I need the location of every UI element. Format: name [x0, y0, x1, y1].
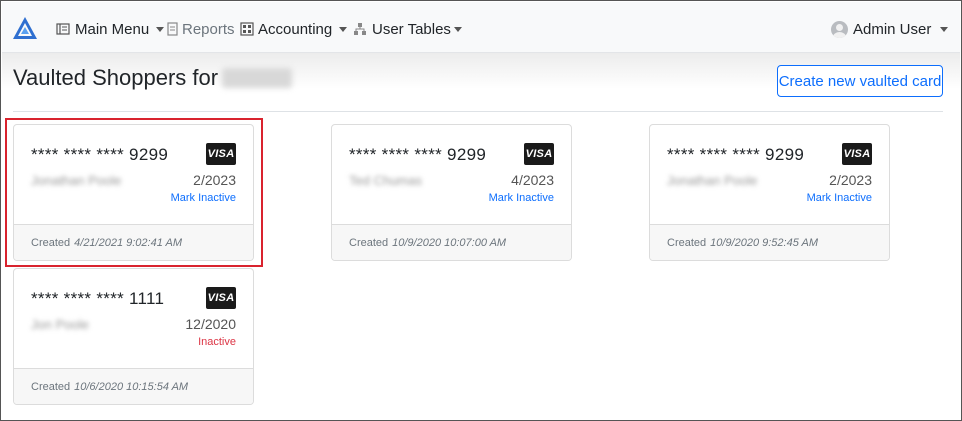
visa-logo-icon: VISA	[206, 287, 236, 309]
top-navbar: Main Menu Reports Accounting User Tables…	[2, 2, 960, 53]
nav-user-menu[interactable]: Admin User	[831, 18, 949, 40]
menu-list-icon	[56, 23, 70, 35]
card-number: **** **** **** 1111	[31, 289, 165, 308]
nav-reports[interactable]: Reports	[167, 18, 235, 40]
chevron-down-icon	[156, 26, 165, 32]
card-footer: Created 10/9/2020 10:07:00 AM	[332, 224, 571, 260]
nav-accounting-label: Accounting	[258, 20, 333, 38]
mark-inactive-link[interactable]: Mark Inactive	[171, 192, 236, 204]
card-footer: Created 10/6/2020 10:15:54 AM	[14, 368, 253, 404]
card-number: **** **** **** 9299	[667, 145, 805, 164]
created-timestamp: 10/9/2020 10:07:00 AM	[392, 236, 507, 249]
card-footer: Created 4/21/2021 9:02:41 AM	[14, 224, 253, 260]
card-expiry: 12/2020	[185, 316, 236, 332]
card-expiry: 2/2023	[193, 172, 236, 188]
report-document-icon	[167, 22, 178, 36]
vaulted-card: **** **** **** 9299 VISA Jonathan Poole …	[649, 124, 890, 261]
card-holder-name: Jonathan Poole	[31, 173, 122, 188]
page-title: Vaulted Shoppers for	[13, 65, 293, 91]
created-label: Created	[31, 380, 71, 393]
visa-logo-icon: VISA	[842, 143, 872, 165]
redacted-shopper-name	[222, 68, 293, 88]
brand-logo-icon[interactable]	[12, 16, 38, 40]
nav-main-menu-label: Main Menu	[75, 20, 150, 38]
card-footer: Created 10/9/2020 9:52:45 AM	[650, 224, 889, 260]
create-vaulted-card-button[interactable]: Create new vaulted card	[777, 65, 943, 97]
created-timestamp: 10/9/2020 9:52:45 AM	[710, 236, 818, 249]
visa-logo-icon: VISA	[206, 143, 236, 165]
card-expiry: 2/2023	[829, 172, 872, 188]
card-number: **** **** **** 9299	[349, 145, 487, 164]
card-holder-name: Jonathan Poole	[667, 173, 758, 188]
created-timestamp: 10/6/2020 10:15:54 AM	[74, 380, 189, 393]
calculator-icon	[240, 22, 254, 36]
card-number: **** **** **** 9299	[31, 145, 169, 164]
user-avatar-icon	[831, 20, 848, 38]
created-label: Created	[349, 236, 389, 249]
chevron-down-icon	[940, 26, 949, 32]
inactive-status-badge: Inactive	[198, 336, 236, 348]
page-title-text: Vaulted Shoppers for	[13, 65, 219, 90]
header-divider	[13, 111, 943, 112]
sitemap-icon	[354, 23, 366, 35]
chevron-down-icon	[339, 26, 348, 32]
vaulted-card: **** **** **** 9299 VISA Ted Chumas 4/20…	[331, 124, 572, 261]
nav-reports-label: Reports	[182, 20, 235, 38]
mark-inactive-link[interactable]: Mark Inactive	[489, 192, 554, 204]
card-holder-name: Jon Poole	[31, 317, 89, 332]
nav-main-menu[interactable]: Main Menu	[56, 18, 165, 40]
created-label: Created	[31, 236, 71, 249]
nav-accounting[interactable]: Accounting	[240, 18, 348, 40]
card-holder-name: Ted Chumas	[349, 173, 422, 188]
nav-user-tables[interactable]: User Tables	[353, 18, 462, 40]
app-frame: Main Menu Reports Accounting User Tables…	[0, 0, 962, 421]
created-label: Created	[667, 236, 707, 249]
nav-user-label: Admin User	[853, 20, 932, 38]
card-expiry: 4/2023	[511, 172, 554, 188]
created-timestamp: 4/21/2021 9:02:41 AM	[74, 236, 182, 249]
vaulted-card: **** **** **** 1111 VISA Jon Poole 12/20…	[13, 268, 254, 405]
chevron-down-icon	[453, 26, 462, 32]
vaulted-card: **** **** **** 9299 VISA Jonathan Poole …	[13, 124, 254, 261]
mark-inactive-link[interactable]: Mark Inactive	[807, 192, 872, 204]
nav-user-tables-label: User Tables	[372, 20, 451, 38]
visa-logo-icon: VISA	[524, 143, 554, 165]
